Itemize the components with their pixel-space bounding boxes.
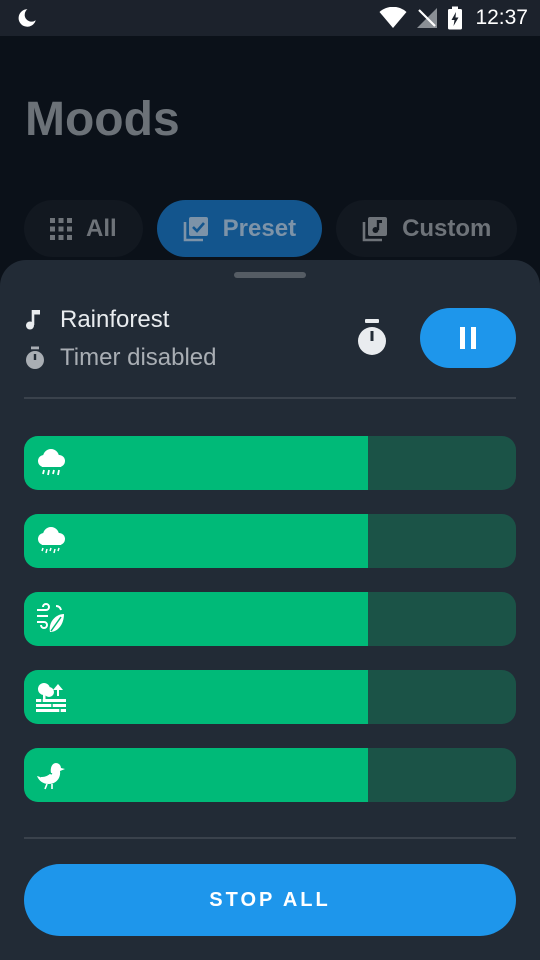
slider-fill: [24, 748, 369, 802]
chip-all[interactable]: All: [24, 200, 143, 257]
filter-chips: All Preset Custom: [24, 200, 518, 257]
divider-bottom: [24, 837, 516, 839]
windy-leaves-icon: [37, 603, 64, 632]
timer-status: Timer disabled: [24, 343, 217, 373]
heavy-rain-cloud-icon: [38, 449, 65, 476]
status-icons: 12:37: [379, 6, 528, 30]
now-playing-sheet: Rainforest Timer disabled STOP ALL: [0, 260, 540, 960]
music-library-icon: [362, 216, 388, 241]
volume-slider-wind[interactable]: [24, 592, 516, 646]
light-rain-cloud-icon: [38, 527, 65, 554]
now-playing-sound: Rainforest: [24, 305, 169, 335]
grid-icon: [50, 217, 72, 240]
slider-fill: [24, 670, 369, 724]
sound-name: Rainforest: [60, 306, 170, 333]
chip-preset[interactable]: Preset: [156, 200, 323, 257]
music-note-icon: [26, 310, 40, 330]
chip-custom-label: Custom: [402, 214, 492, 242]
wifi-icon: [379, 7, 407, 28]
chip-preset-label: Preset: [222, 214, 297, 242]
timer-button[interactable]: [355, 318, 389, 358]
slider-fill: [24, 592, 369, 646]
volume-slider-forest[interactable]: [24, 670, 516, 724]
chip-all-label: All: [86, 214, 117, 242]
chip-custom[interactable]: Custom: [336, 200, 518, 257]
moon-icon: [18, 9, 36, 27]
sheet-drag-handle[interactable]: [234, 272, 306, 278]
stop-all-button[interactable]: STOP ALL: [24, 864, 516, 936]
checkbox-library-icon: [183, 216, 208, 241]
volume-slider-birds[interactable]: [24, 748, 516, 802]
no-signal-icon: [417, 8, 438, 28]
battery-charging-icon: [448, 6, 463, 30]
stopwatch-icon: [26, 346, 44, 369]
status-time: 12:37: [475, 6, 528, 29]
slider-fill: [24, 514, 369, 568]
slider-fill: [24, 436, 369, 490]
timer-status-text: Timer disabled: [60, 344, 217, 371]
pause-button[interactable]: [420, 308, 516, 368]
forest-trees-icon: [36, 683, 66, 712]
pause-icon: [460, 327, 476, 349]
status-bar: 12:37: [0, 0, 540, 36]
volume-slider-light-rain[interactable]: [24, 514, 516, 568]
volume-slider-heavy-rain[interactable]: [24, 436, 516, 490]
divider-top: [24, 397, 516, 399]
bird-icon: [37, 763, 65, 790]
page-title: Moods: [25, 93, 180, 146]
